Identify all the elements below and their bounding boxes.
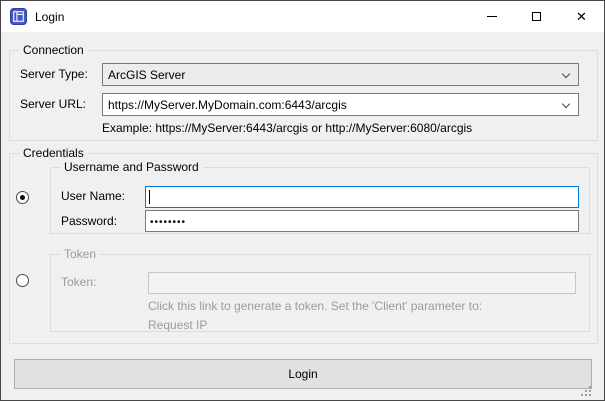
- server-type-dropdown[interactable]: ArcGIS Server: [102, 63, 579, 86]
- password-label: Password:: [61, 214, 117, 228]
- connection-legend: Connection: [19, 43, 88, 57]
- maximize-button[interactable]: [514, 1, 559, 32]
- token-group: Token Token: Click this link to generate…: [50, 254, 590, 332]
- server-url-label: Server URL:: [20, 97, 86, 111]
- server-url-example-text: Example: https://MyServer:6443/arcgis or…: [102, 121, 472, 135]
- token-info-text: Click this link to generate a token. Set…: [148, 299, 482, 313]
- user-name-label: User Name:: [61, 189, 125, 203]
- titlebar[interactable]: Login ✕: [1, 1, 604, 32]
- login-button[interactable]: Login: [14, 359, 592, 389]
- username-password-group: Username and Password User Name: Passwor…: [50, 167, 590, 234]
- close-icon: ✕: [576, 10, 587, 23]
- token-input[interactable]: [148, 272, 576, 294]
- resize-grip-icon[interactable]: [581, 386, 591, 396]
- request-ip-link[interactable]: Request IP: [148, 318, 207, 332]
- credentials-group: Credentials Username and Password User N…: [9, 153, 598, 344]
- credentials-legend: Credentials: [19, 146, 88, 160]
- login-button-label: Login: [288, 367, 317, 381]
- server-type-label: Server Type:: [20, 67, 88, 81]
- token-legend: Token: [60, 247, 100, 261]
- connection-group: Connection Server Type: ArcGIS Server Se…: [9, 50, 598, 141]
- user-name-input[interactable]: [145, 186, 579, 208]
- password-input[interactable]: [145, 210, 579, 232]
- server-url-combobox[interactable]: https://MyServer.MyDomain.com:6443/arcgi…: [102, 93, 579, 116]
- minimize-icon: [487, 16, 497, 17]
- maximize-icon: [532, 12, 541, 21]
- minimize-button[interactable]: [469, 1, 514, 32]
- login-dialog: Login ✕ Connection Server Type: ArcGIS S…: [0, 0, 605, 401]
- text-caret: [149, 190, 150, 204]
- chevron-down-icon: [562, 70, 570, 78]
- username-password-radio[interactable]: [16, 191, 29, 204]
- app-form-icon: [10, 8, 27, 25]
- server-type-value: ArcGIS Server: [108, 68, 185, 82]
- token-radio[interactable]: [16, 274, 29, 287]
- username-password-legend: Username and Password: [60, 160, 203, 174]
- close-button[interactable]: ✕: [559, 1, 604, 32]
- server-url-value: https://MyServer.MyDomain.com:6443/arcgi…: [108, 98, 347, 112]
- token-label: Token:: [61, 275, 96, 289]
- window-title: Login: [35, 10, 64, 24]
- chevron-down-icon: [562, 100, 570, 108]
- window-controls: ✕: [469, 1, 604, 32]
